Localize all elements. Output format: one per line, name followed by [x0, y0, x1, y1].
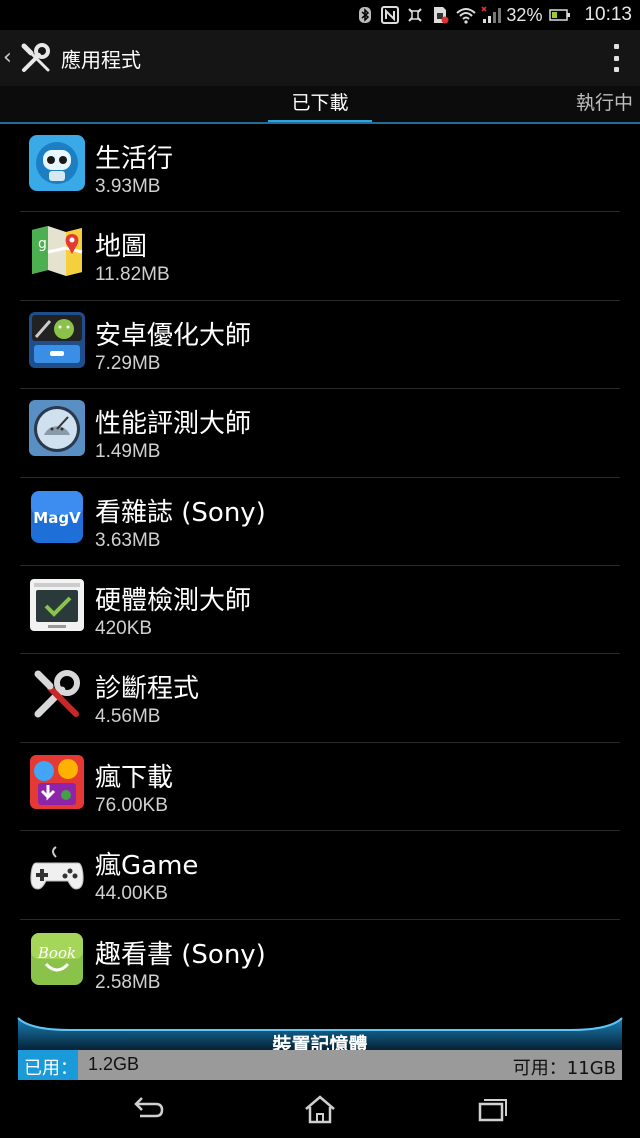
app-name: 瘋Game [95, 851, 199, 882]
signal-icon [481, 6, 502, 24]
list-item-app[interactable]: g 地圖 11.82MB [20, 212, 620, 301]
sim-icon [431, 6, 449, 24]
storage-usage-bar: 已用： 1.2GB 可用：11GB [18, 1050, 622, 1080]
robot-life-icon [28, 134, 86, 192]
nfc-icon [381, 6, 400, 24]
maps-icon: g [28, 222, 86, 280]
action-bar: ‹ 應用程式 [0, 30, 640, 86]
list-item-app[interactable]: MagV 看雜誌 (Sony) 3.63MB [20, 478, 620, 566]
tab-downloaded[interactable]: 已下載 [268, 86, 372, 124]
app-name: 安卓優化大師 [95, 320, 252, 351]
list-item-app[interactable]: 瘋下載 76.00KB [20, 743, 620, 832]
hardware-check-icon [28, 576, 86, 634]
app-size: 7.29MB [95, 352, 161, 374]
magazine-icon: MagV [28, 488, 86, 546]
battery-percent: 32% [506, 4, 543, 25]
app-name: 看雜誌 (Sony) [95, 497, 266, 528]
tab-running[interactable]: 執行中 [576, 86, 633, 124]
app-name: 生活行 [95, 144, 174, 174]
storage-panel: 裝置記憶體 已用： 1.2GB 可用：11GB [0, 1008, 640, 1080]
clock: 10:13 [584, 4, 632, 25]
list-item-app[interactable]: 生活行 3.93MB [20, 124, 620, 213]
vibrate-icon [406, 6, 424, 24]
tab-bar: 已下載 執行中 [0, 86, 640, 126]
svg-text:Book: Book [37, 944, 76, 962]
list-item-app[interactable]: 瘋Game 44.00KB [20, 831, 620, 920]
list-item-app[interactable]: 性能評測大師 1.49MB [20, 389, 620, 478]
diagnostic-icon [28, 664, 86, 722]
app-name: 瘋下載 [95, 762, 174, 793]
optimizer-icon [28, 311, 86, 369]
app-size: 4.56MB [95, 706, 161, 728]
app-size: 1.49MB [95, 441, 161, 463]
app-name: 性能評測大師 [95, 409, 252, 440]
app-size: 44.00KB [95, 883, 168, 905]
app-list: 生活行 3.93MB g 地圖 11.82MB 安卓優化大師 7.29MB 性能… [0, 124, 640, 1008]
app-size: 3.93MB [95, 176, 161, 197]
svg-text:MagV: MagV [33, 509, 81, 527]
bluetooth-icon [356, 6, 374, 24]
app-size: 76.00KB [95, 794, 168, 816]
benchmark-icon [28, 399, 86, 457]
storage-used-label: 已用： [24, 1058, 78, 1079]
nav-bar [0, 1080, 640, 1138]
list-item-app[interactable]: 安卓優化大師 7.29MB [20, 301, 620, 390]
app-size: 2.58MB [95, 971, 161, 993]
download-icon [28, 753, 86, 811]
book-icon: Book [28, 930, 86, 988]
status-bar: 32% 10:13 [0, 0, 640, 30]
storage-free-text: 可用：11GB [512, 1058, 616, 1079]
list-item-app[interactable]: 硬體檢測大師 420KB [20, 566, 620, 655]
svg-text:g: g [38, 236, 47, 252]
app-name: 診斷程式 [95, 674, 200, 705]
wifi-icon [456, 6, 477, 24]
battery-icon [549, 6, 571, 24]
app-size: 3.63MB [95, 529, 161, 551]
app-name: 硬體檢測大師 [95, 585, 252, 616]
storage-used-value: 1.2GB [88, 1054, 140, 1074]
app-size: 420KB [95, 617, 153, 639]
home-icon[interactable] [300, 1092, 340, 1126]
back-icon[interactable] [128, 1092, 168, 1126]
app-name: 趣看書 (Sony) [95, 939, 266, 970]
list-item-app[interactable]: 診斷程式 4.56MB [20, 654, 620, 743]
recent-apps-icon[interactable] [472, 1092, 512, 1126]
list-item-app[interactable]: Book 趣看書 (Sony) 2.58MB [20, 920, 620, 1008]
overflow-menu-icon[interactable] [612, 44, 620, 72]
app-size: 11.82MB [95, 264, 170, 286]
back-chevron-icon[interactable]: ‹ [3, 30, 17, 86]
gamepad-icon [28, 841, 86, 899]
page-title: 應用程式 [61, 47, 141, 72]
app-name: 地圖 [95, 232, 148, 263]
wrench-screwdriver-icon[interactable] [19, 41, 53, 75]
